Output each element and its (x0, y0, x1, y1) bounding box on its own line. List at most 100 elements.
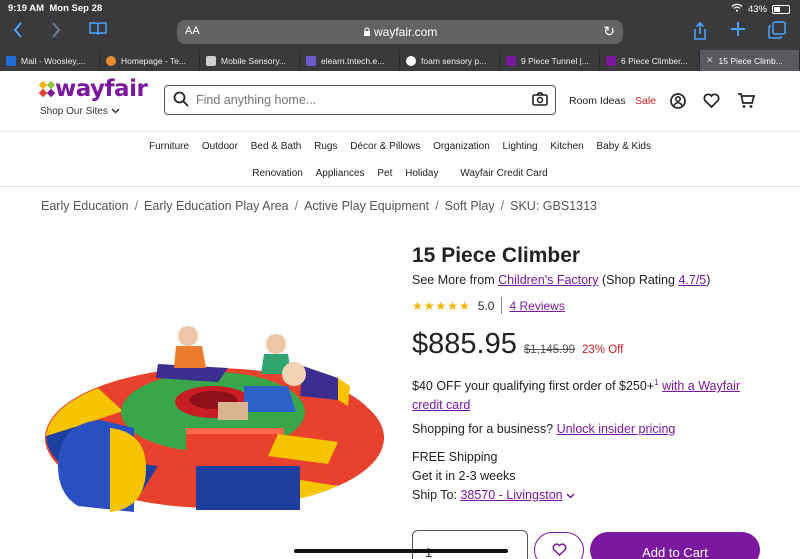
nav-holiday[interactable]: Holiday (405, 168, 438, 179)
close-tab-icon[interactable]: ✕ (706, 55, 714, 66)
nav-bed-bath[interactable]: Bed & Bath (251, 141, 302, 152)
chevron-down-icon[interactable] (566, 488, 575, 502)
status-bar: 9:19 AM Mon Sep 28 43% (0, 0, 800, 17)
browser-chrome: 9:19 AM Mon Sep 28 43% AA wayfair.com ↻ … (0, 0, 800, 71)
nav-renovation[interactable]: Renovation (252, 168, 303, 179)
nav-decor-pillows[interactable]: Décor & Pillows (350, 141, 420, 152)
site-header: wayfair Shop Our Sites Find anything hom… (0, 71, 800, 132)
tab-favicon-icon (106, 55, 116, 66)
heart-icon (552, 543, 567, 559)
back-icon[interactable] (12, 21, 24, 44)
quantity-select[interactable]: 1 (412, 530, 528, 559)
browser-tab[interactable]: Mail - Woosley,... (0, 50, 100, 71)
wayfair-favicon-icon (606, 55, 616, 66)
category-nav-row-2: Renovation Appliances Pet Holiday Wayfai… (0, 168, 800, 179)
brand-link[interactable]: Children's Factory (498, 273, 598, 287)
list-price: $1,145.99 (523, 344, 575, 356)
product-title: 15 Piece Climber (412, 244, 581, 267)
tab-favicon-icon (206, 55, 216, 66)
nav-credit-card[interactable]: Wayfair Credit Card (460, 168, 547, 179)
rating-value: 5.0 (477, 298, 495, 313)
nav-lighting[interactable]: Lighting (503, 141, 538, 152)
account-icon[interactable] (670, 93, 686, 114)
shop-our-sites[interactable]: Shop Our Sites (40, 106, 120, 117)
tab-favicon-icon (306, 55, 316, 66)
divider (501, 297, 503, 314)
camera-search-icon[interactable] (532, 92, 548, 111)
room-ideas-link[interactable]: Room Ideas (569, 95, 626, 107)
tab-strip: Mail - Woosley,... Homepage - Te... Mobi… (0, 50, 800, 71)
see-more-line: See More from Children's Factory (Shop R… (412, 273, 711, 287)
breadcrumb-item[interactable]: Early Education Play Area (144, 199, 289, 213)
business-line: Shopping for a business? Unlock insider … (412, 422, 676, 437)
credit-card-offer: $40 OFF your qualifying first order of $… (412, 378, 741, 413)
logo-mark-icon (39, 81, 55, 97)
heart-icon[interactable] (703, 93, 720, 113)
home-indicator (294, 549, 508, 553)
shop-rating-link[interactable]: 4.7/5 (678, 273, 706, 287)
bookmarks-icon[interactable] (88, 21, 108, 42)
reload-icon[interactable]: ↻ (603, 23, 615, 40)
search-input[interactable]: Find anything home... (164, 85, 556, 115)
cart-icon[interactable] (737, 93, 756, 114)
share-icon[interactable] (692, 21, 708, 46)
wifi-icon (731, 3, 743, 15)
tab-favicon-icon (6, 55, 16, 66)
ship-to-zip-link[interactable]: 38570 - Livingston (460, 488, 562, 502)
nav-furniture[interactable]: Furniture (149, 141, 189, 152)
price-row: $885.95 $1,145.99 23% Off (412, 328, 772, 361)
star-rating-icon: ★★★★★ (412, 298, 471, 313)
browser-tab[interactable]: Mobile Sensory... (200, 50, 300, 71)
nav-pet[interactable]: Pet (377, 168, 392, 179)
add-to-favorites-button[interactable] (534, 532, 584, 559)
browser-tab[interactable]: Homepage - Te... (100, 50, 200, 71)
nav-appliances[interactable]: Appliances (316, 168, 365, 179)
battery-icon (772, 4, 790, 14)
breadcrumb: Early Education / Early Education Play Are… (41, 199, 597, 213)
browser-tab[interactable]: elearn.tntech.e... (300, 50, 400, 71)
search-placeholder: Find anything home... (196, 93, 317, 107)
breadcrumb-sku: SKU: GBS1313 (510, 199, 597, 213)
nav-divider (0, 186, 800, 187)
wayfair-logo[interactable]: wayfair (39, 76, 148, 102)
status-right: 43% (731, 3, 790, 15)
url-domain: wayfair.com (177, 25, 623, 39)
footnote-marker: 1 (654, 378, 659, 387)
insider-pricing-link[interactable]: Unlock insider pricing (557, 422, 676, 436)
chevron-down-icon (111, 106, 120, 117)
category-nav-row-1: Furniture Outdoor Bed & Bath Rugs Décor … (0, 141, 800, 152)
discount-badge: 23% Off (582, 344, 624, 356)
google-favicon-icon (406, 55, 416, 66)
breadcrumb-item[interactable]: Active Play Equipment (304, 199, 429, 213)
tabs-overview-icon[interactable] (768, 21, 786, 44)
battery-percent: 43% (747, 3, 767, 15)
add-to-cart-button[interactable]: Add to Cart (590, 532, 760, 559)
browser-tab-active[interactable]: ✕ 15 Piece Climb... (700, 50, 800, 71)
shipping-info: FREE Shipping Get it in 2-3 weeks Ship T… (412, 448, 772, 505)
product-image[interactable] (38, 316, 385, 526)
nav-outdoor[interactable]: Outdoor (202, 141, 238, 152)
reviews-link[interactable]: 4 Reviews (509, 299, 564, 313)
sale-link[interactable]: Sale (635, 95, 656, 107)
breadcrumb-item[interactable]: Early Education (41, 199, 129, 213)
forward-icon[interactable] (50, 21, 62, 44)
wayfair-favicon-icon (506, 55, 516, 66)
browser-toolbar: AA wayfair.com ↻ (0, 18, 800, 46)
nav-rugs[interactable]: Rugs (314, 141, 337, 152)
new-tab-icon[interactable] (730, 21, 746, 42)
ship-to: Ship To: 38570 - Livingston (412, 486, 772, 505)
browser-tab[interactable]: 6 Piece Climber... (600, 50, 700, 71)
lock-icon (363, 25, 374, 39)
search-icon (173, 91, 189, 112)
sale-price: $885.95 (412, 328, 517, 360)
free-shipping: FREE Shipping (412, 450, 498, 465)
product-info: 15 Piece Climber See More from Children'… (412, 244, 772, 505)
nav-organization[interactable]: Organization (433, 141, 490, 152)
nav-kitchen[interactable]: Kitchen (550, 141, 583, 152)
breadcrumb-item[interactable]: Soft Play (445, 199, 495, 213)
nav-baby-kids[interactable]: Baby & Kids (597, 141, 651, 152)
browser-tab[interactable]: 9 Piece Tunnel |... (500, 50, 600, 71)
address-bar[interactable]: AA wayfair.com ↻ (177, 20, 623, 44)
browser-tab[interactable]: foam sensory p... (400, 50, 500, 71)
delivery-estimate: Get it in 2-3 weeks (412, 469, 516, 484)
